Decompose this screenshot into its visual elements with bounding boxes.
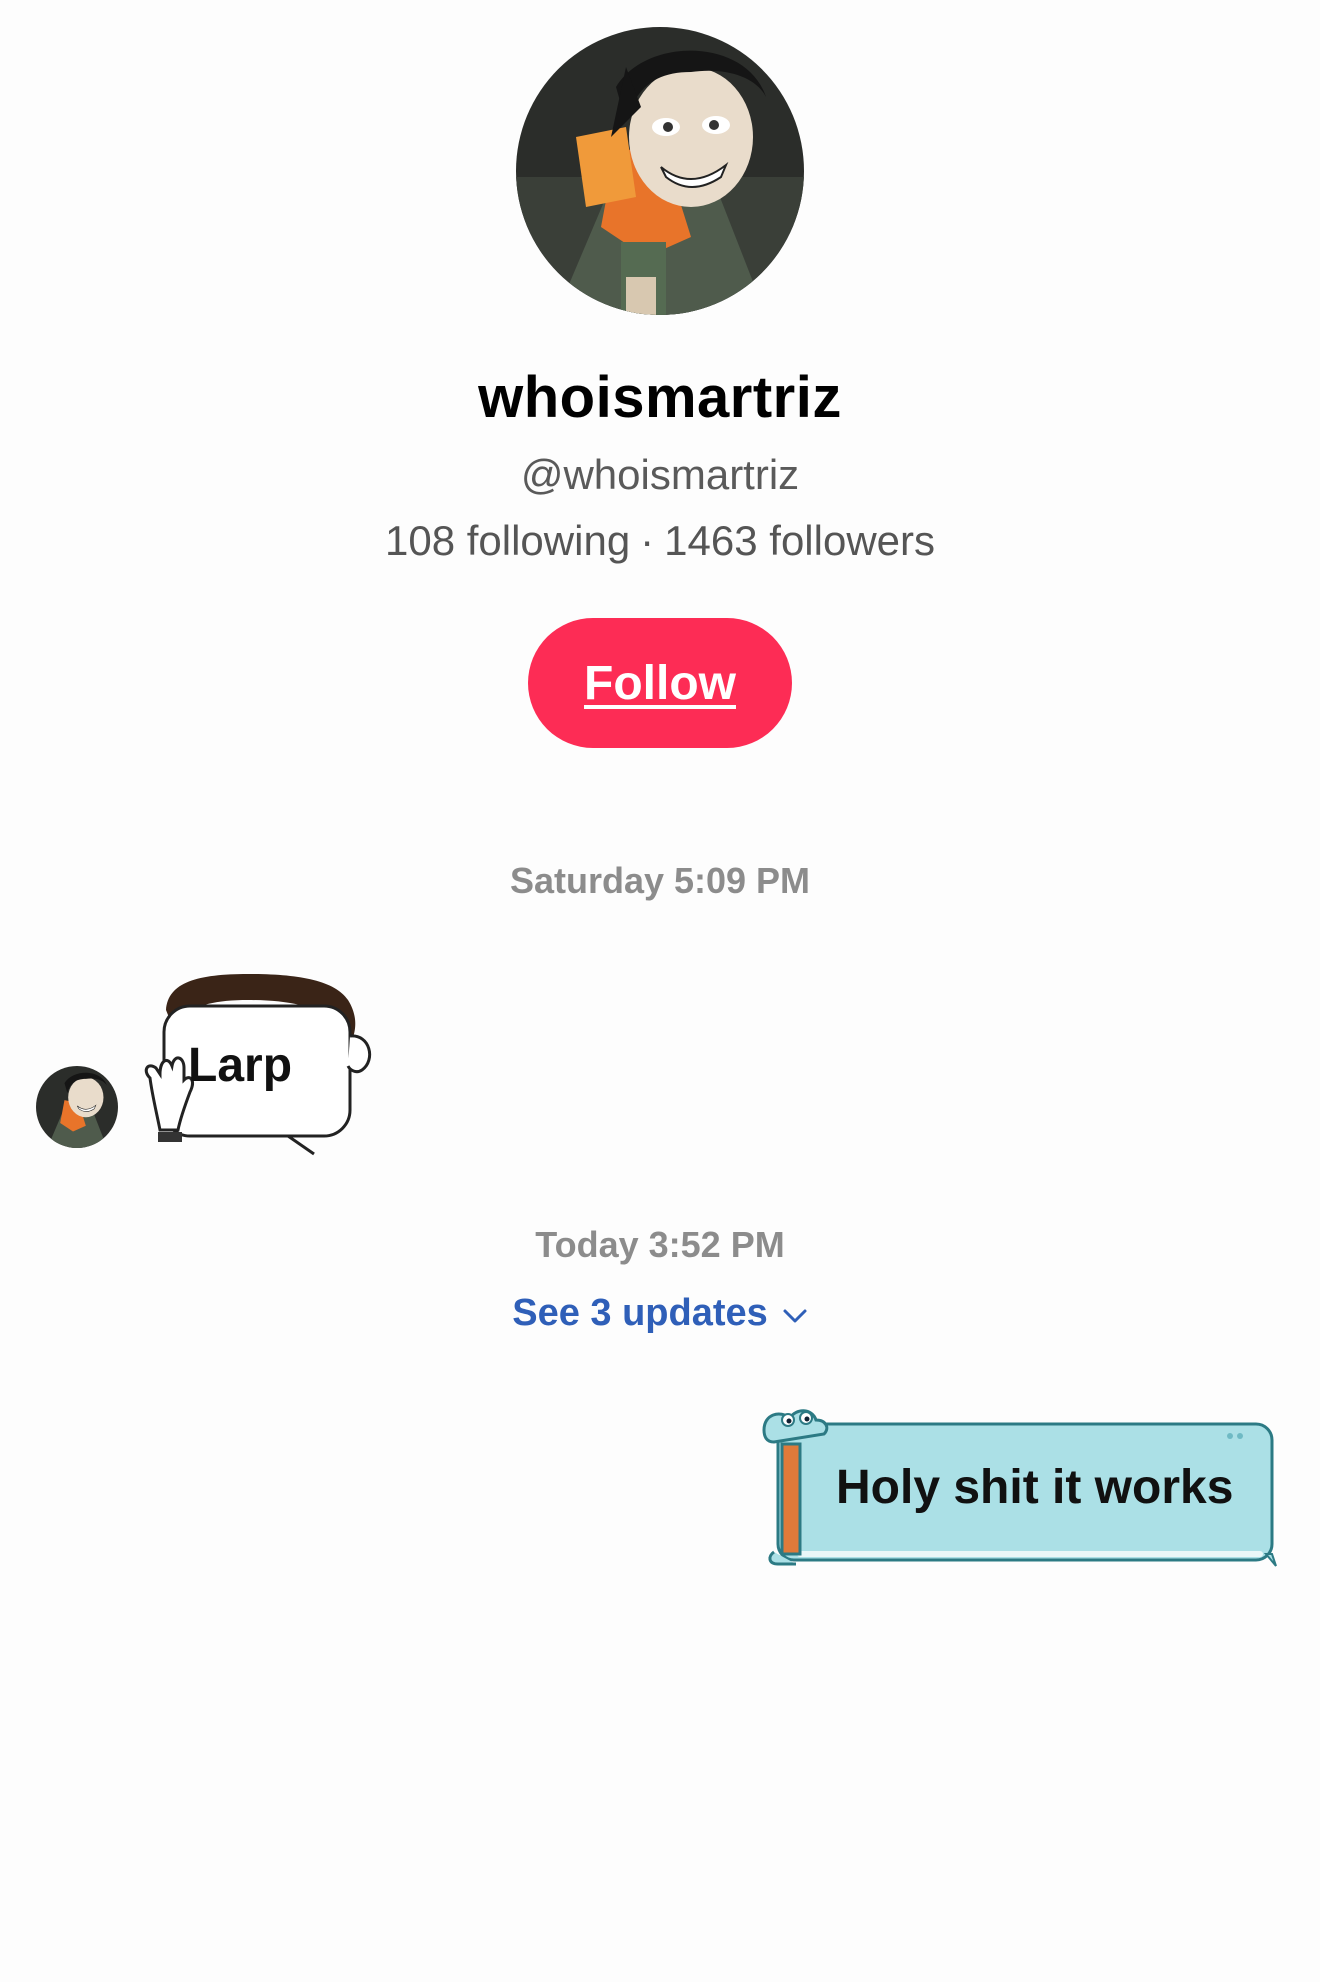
username-handle: @whoismartriz (520, 451, 800, 498)
follow-stats: 108 following · 1463 followers (0, 514, 1320, 568)
sender-avatar[interactable] (36, 1066, 118, 1148)
message-text: Larp (188, 1039, 293, 1092)
received-message-sticker[interactable]: Larp (138, 970, 398, 1160)
see-updates-label: See 3 updates (512, 1292, 768, 1334)
display-name: whoismartriz (478, 365, 842, 430)
follow-button[interactable]: Follow (528, 618, 792, 748)
chevron-down-icon (782, 1287, 808, 1337)
message-timestamp: Today 3:52 PM (535, 1224, 785, 1265)
profile-avatar[interactable] (516, 27, 804, 315)
anime-character-avatar-icon (36, 1066, 118, 1148)
following-count[interactable]: 108 following (385, 517, 630, 564)
followers-count[interactable]: 1463 followers (664, 517, 935, 564)
message-text: Holy shit it works (836, 1461, 1234, 1514)
sent-message-sticker[interactable]: Holy shit it works (760, 1404, 1290, 1574)
stats-separator: · (640, 517, 655, 564)
see-updates-link[interactable]: See 3 updates (0, 1288, 1320, 1338)
anime-character-avatar-icon (516, 27, 804, 315)
message-timestamp: Saturday 5:09 PM (509, 860, 811, 901)
